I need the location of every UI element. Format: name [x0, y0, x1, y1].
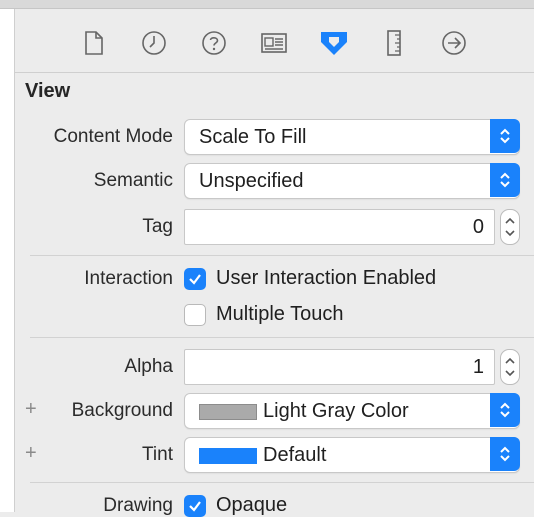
popup-chevrons-icon [490, 119, 520, 153]
add-variation-tint-icon[interactable]: + [25, 442, 37, 465]
section-divider [30, 255, 534, 256]
tint-color-swatch [199, 448, 257, 464]
section-divider [30, 482, 534, 483]
alpha-field[interactable]: 1 [184, 349, 495, 385]
drawing-label: Drawing [103, 495, 173, 516]
popup-chevrons-icon [490, 163, 520, 197]
background-label: Background [71, 400, 173, 421]
file-inspector-icon[interactable] [78, 27, 110, 59]
content-mode-popup[interactable]: Scale To Fill [184, 119, 520, 155]
user-interaction-checkbox[interactable] [184, 268, 206, 290]
attributes-inspector-icon[interactable] [318, 27, 350, 59]
popup-chevrons-icon [490, 393, 520, 427]
semantic-value: Unspecified [199, 170, 304, 192]
content-mode-label: Content Mode [53, 126, 173, 147]
alpha-value: 1 [472, 356, 484, 378]
background-color-value: Light Gray Color [263, 400, 409, 422]
tint-color-popup[interactable]: Default [184, 437, 520, 473]
opaque-checkbox[interactable] [184, 495, 206, 517]
popup-chevrons-icon [490, 437, 520, 471]
connections-inspector-icon[interactable] [438, 27, 470, 59]
multiple-touch-label: Multiple Touch [216, 303, 344, 325]
tint-color-value: Default [263, 444, 327, 466]
identity-inspector-icon[interactable] [258, 27, 290, 59]
history-inspector-icon[interactable] [138, 27, 170, 59]
multiple-touch-checkbox[interactable] [184, 304, 206, 326]
semantic-label: Semantic [93, 170, 173, 191]
alpha-label: Alpha [124, 356, 173, 377]
size-inspector-icon[interactable] [378, 27, 410, 59]
alpha-stepper[interactable] [500, 349, 520, 385]
tag-value: 0 [472, 216, 484, 238]
section-divider [30, 337, 534, 338]
window-top-strip [0, 0, 534, 9]
user-interaction-label: User Interaction Enabled [216, 267, 437, 289]
inspector-tab-bar [15, 9, 534, 73]
tag-stepper[interactable] [500, 209, 520, 245]
quick-help-icon[interactable] [198, 27, 230, 59]
attributes-inspector: View Content Mode Scale To Fill Semantic… [15, 9, 534, 517]
background-color-popup[interactable]: Light Gray Color [184, 393, 520, 429]
interaction-label: Interaction [84, 268, 173, 289]
add-variation-background-icon[interactable]: + [25, 398, 37, 421]
content-mode-value: Scale To Fill [199, 126, 307, 148]
background-color-swatch [199, 404, 257, 420]
section-title-view: View [25, 80, 71, 102]
semantic-popup[interactable]: Unspecified [184, 163, 520, 199]
editor-pane-edge [0, 9, 15, 512]
tag-field[interactable]: 0 [184, 209, 495, 245]
opaque-label: Opaque [216, 494, 288, 516]
tag-label: Tag [142, 216, 173, 237]
tint-label: Tint [142, 444, 173, 465]
